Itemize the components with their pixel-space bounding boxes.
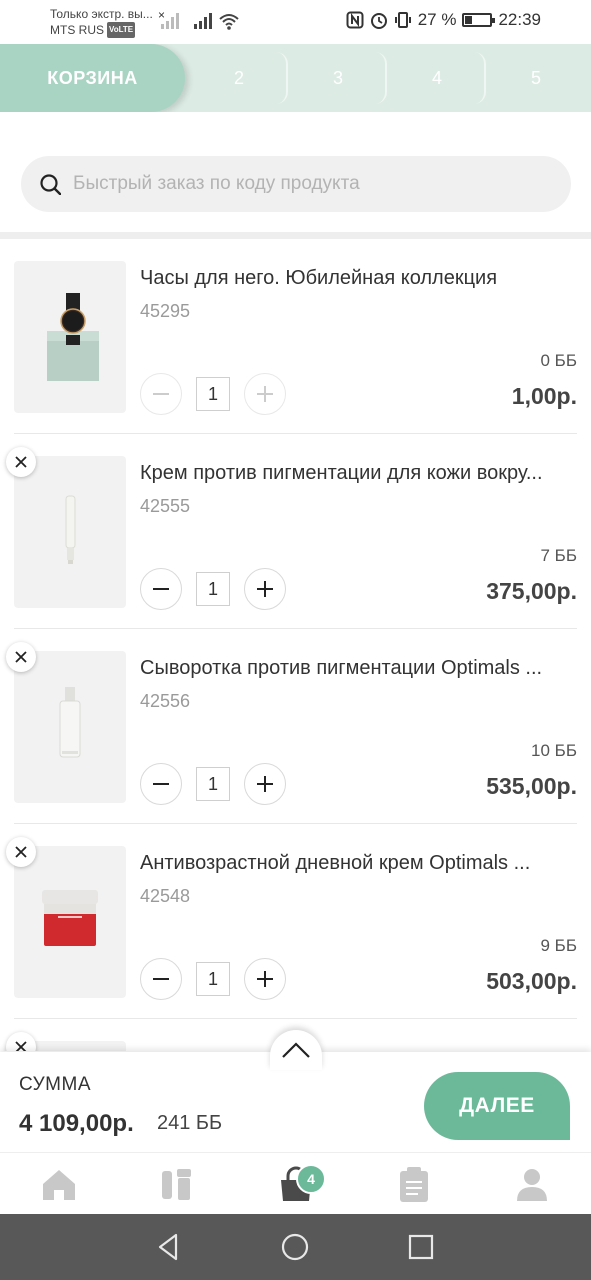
- quantity-value[interactable]: 1: [196, 767, 230, 801]
- close-icon: [15, 846, 27, 858]
- product-code: 42556: [140, 691, 191, 711]
- product-image-bottle[interactable]: [14, 651, 126, 803]
- increase-button[interactable]: [244, 373, 286, 415]
- quick-order-search[interactable]: [21, 156, 571, 212]
- cart-count-badge: 4: [296, 1164, 326, 1194]
- quantity-value[interactable]: 1: [196, 962, 230, 996]
- product-code: 45295: [140, 301, 191, 321]
- bonus-points: 7 ББ: [540, 546, 578, 565]
- cart-item: Крем против пигментации для кожи вокру..…: [0, 434, 591, 629]
- nfc-icon: [346, 11, 364, 29]
- increase-button[interactable]: [244, 958, 286, 1000]
- status-bar: Только экстр. вы... MTS RUS VoLTE × 27 %…: [0, 0, 591, 44]
- close-icon: [15, 651, 27, 663]
- system-navigation-bar: [0, 1214, 591, 1280]
- item-price: 375,00р.: [486, 578, 577, 604]
- home-icon[interactable]: [39, 1165, 79, 1205]
- cart-item: Часы для него. Юбилейная коллекция 45295…: [0, 239, 591, 434]
- item-price: 535,00р.: [486, 773, 577, 799]
- item-price: 503,00р.: [486, 968, 577, 994]
- checkout-stepper: КОРЗИНА 2 3 4 5: [0, 44, 591, 112]
- step-cart[interactable]: КОРЗИНА: [0, 44, 185, 112]
- product-code: 42548: [140, 886, 191, 906]
- quantity-stepper: 1: [140, 373, 286, 415]
- home-circle-icon[interactable]: [280, 1232, 310, 1262]
- product-title[interactable]: Сыворотка против пигментации Optimals ..…: [140, 657, 580, 680]
- quantity-stepper: 1: [140, 763, 286, 805]
- search-icon: [40, 174, 61, 195]
- step-4[interactable]: 4: [387, 44, 487, 112]
- divider: [0, 232, 591, 239]
- catalog-icon[interactable]: [157, 1165, 197, 1205]
- summary-total: 4 109,00р.: [19, 1110, 134, 1137]
- increase-button[interactable]: [244, 763, 286, 805]
- bottom-navigation: [0, 1152, 591, 1214]
- decrease-button[interactable]: [140, 763, 182, 805]
- quantity-value[interactable]: 1: [196, 572, 230, 606]
- remove-item-button[interactable]: [6, 837, 36, 867]
- notification-line: Только экстр. вы...: [50, 7, 153, 21]
- product-image-jar[interactable]: [14, 846, 126, 998]
- step-5[interactable]: 5: [486, 44, 586, 112]
- product-code: 42555: [140, 496, 191, 516]
- quantity-stepper: 1: [140, 958, 286, 1000]
- clock: 22:39: [498, 10, 541, 29]
- orders-icon[interactable]: [394, 1165, 434, 1205]
- remove-item-button[interactable]: [6, 642, 36, 672]
- cart-item: Антивозрастной дневной крем Optimals ...…: [0, 824, 591, 1019]
- signal-icon: [161, 13, 179, 29]
- chevron-up-icon: [282, 1042, 310, 1058]
- notification-text: Только экстр. вы... MTS RUS VoLTE: [50, 6, 153, 38]
- step-3[interactable]: 3: [288, 44, 388, 112]
- item-price: 1,00р.: [511, 383, 577, 409]
- decrease-button[interactable]: [140, 958, 182, 1000]
- increase-button[interactable]: [244, 568, 286, 610]
- alarm-icon: [370, 13, 387, 29]
- product-image-tube[interactable]: [14, 456, 126, 608]
- next-button[interactable]: ДАЛЕЕ: [424, 1072, 570, 1140]
- recents-icon[interactable]: [406, 1232, 436, 1262]
- profile-icon[interactable]: [512, 1165, 552, 1205]
- remove-item-button[interactable]: [6, 447, 36, 477]
- summary-label: СУММА: [19, 1074, 91, 1095]
- search-input[interactable]: [73, 173, 533, 195]
- bonus-points: 9 ББ: [540, 936, 578, 955]
- decrease-button[interactable]: [140, 568, 182, 610]
- step-2[interactable]: 2: [189, 44, 289, 112]
- product-title[interactable]: Антивозрастной дневной крем Optimals ...: [140, 852, 580, 875]
- bonus-points: 0 ББ: [540, 351, 578, 370]
- product-image-watch[interactable]: [14, 261, 126, 413]
- cart-item: Сыворотка против пигментации Optimals ..…: [0, 629, 591, 824]
- back-icon[interactable]: [154, 1232, 184, 1262]
- quantity-value[interactable]: 1: [196, 377, 230, 411]
- wifi-icon: [219, 14, 239, 30]
- summary-bonus-points: 241 ББ: [157, 1112, 223, 1134]
- vibrate-icon: [394, 12, 411, 28]
- carrier-name: MTS RUS: [50, 23, 104, 37]
- close-icon: [15, 1041, 27, 1051]
- product-title[interactable]: Часы для него. Юбилейная коллекция: [140, 267, 580, 290]
- remove-item-button[interactable]: [6, 1032, 36, 1051]
- product-title[interactable]: Крем против пигментации для кожи вокру..…: [140, 462, 580, 485]
- signal-icon: [194, 13, 212, 29]
- decrease-button[interactable]: [140, 373, 182, 415]
- volte-badge: VoLTE: [107, 22, 136, 38]
- battery-icon: [462, 13, 496, 27]
- bonus-points: 10 ББ: [531, 741, 577, 760]
- cart-item-list: Часы для него. Юбилейная коллекция 45295…: [0, 239, 591, 1051]
- battery-percent: 27 %: [417, 10, 457, 29]
- close-icon: [15, 456, 27, 468]
- quantity-stepper: 1: [140, 568, 286, 610]
